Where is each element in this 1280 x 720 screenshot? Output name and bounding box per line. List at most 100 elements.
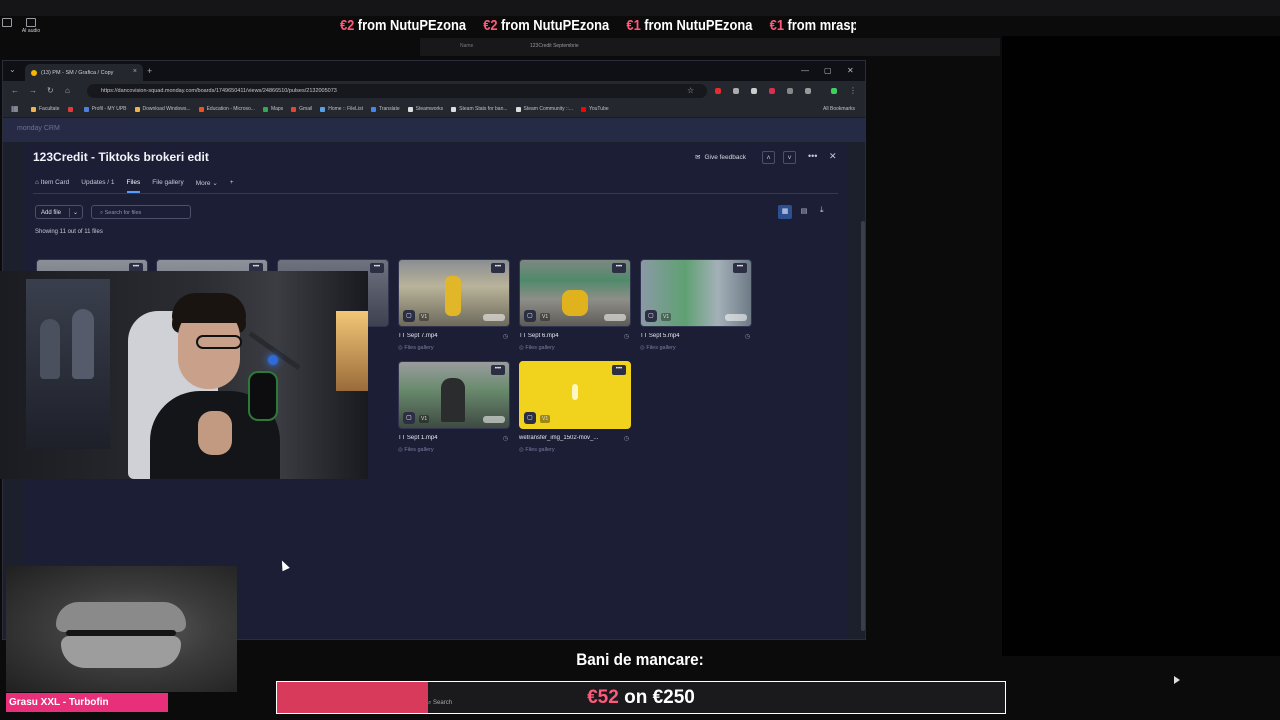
bookmark-item[interactable]: YouTube <box>580 106 609 112</box>
scrollbar[interactable] <box>861 221 865 631</box>
extension-icon[interactable] <box>751 88 757 94</box>
file-name[interactable]: wetransfer_img_1502-mov_... <box>519 435 598 442</box>
file-card[interactable]: ••• ▢ V1 TT Sept 5.mp4 ◷ ◎ Files gallery <box>640 259 752 351</box>
close-tab-icon[interactable]: × <box>133 68 137 75</box>
chat-icon[interactable]: ▢ <box>403 310 415 322</box>
extension-icon[interactable] <box>787 88 793 94</box>
app-logo[interactable]: monday CRM <box>17 125 60 132</box>
play-icon[interactable] <box>1174 676 1180 684</box>
glasses <box>196 335 242 349</box>
file-card[interactable]: ••• ▢ V1 TT Sept 1.mp4 ◷ ◎ Files gallery <box>398 361 510 453</box>
forward-icon[interactable]: → <box>29 86 37 95</box>
browser-tab[interactable]: (13) PM - SM / Grafica / Copy × <box>25 64 143 81</box>
tab-search-icon[interactable]: ⌄ <box>9 65 16 74</box>
file-menu-icon[interactable]: ••• <box>370 263 384 273</box>
tab-item-card[interactable]: ⌂ Item Card <box>35 179 69 193</box>
chat-icon[interactable]: ▢ <box>403 412 415 424</box>
chat-icon[interactable]: ▢ <box>524 412 536 424</box>
desktop-icon-ai-audio[interactable]: AI audio <box>18 18 44 34</box>
chevron-up-icon: ˄ <box>766 155 771 162</box>
reload-icon[interactable]: ↻ <box>47 86 54 95</box>
extension-icon[interactable] <box>715 88 721 94</box>
bookmark-item[interactable]: Download Windows... <box>134 106 191 112</box>
maximize-icon[interactable]: ▢ <box>824 66 832 75</box>
add-view-icon[interactable]: + <box>230 179 234 193</box>
bookmark-star-icon[interactable]: ☆ <box>687 86 694 95</box>
file-menu-icon[interactable]: ••• <box>491 263 505 273</box>
lamp <box>336 311 368 391</box>
search-files-input[interactable]: ⌕ Search for files <box>91 205 191 219</box>
extension-icon[interactable] <box>733 88 739 94</box>
goal-title: Bani de mancare: <box>576 650 704 669</box>
tab-file-gallery[interactable]: File gallery <box>152 179 183 193</box>
home-icon[interactable]: ⌂ <box>65 86 70 95</box>
close-modal-icon[interactable]: ✕ <box>829 151 837 162</box>
all-bookmarks[interactable]: All Bookmarks <box>823 106 855 112</box>
file-menu-icon[interactable]: ••• <box>612 263 626 273</box>
file-card[interactable]: ••• ▢ V1 wetransfer_img_1502-mov_... ◷ ◎ F… <box>519 361 631 453</box>
file-name[interactable]: TT Sept 5.mp4 <box>640 333 680 340</box>
chat-icon[interactable]: ▢ <box>645 310 657 322</box>
minimize-icon[interactable]: — <box>801 66 809 75</box>
file-menu-icon[interactable]: ••• <box>491 365 505 375</box>
profile-icon[interactable] <box>831 88 837 94</box>
bookmark-item[interactable]: Home :: FileList <box>320 106 363 112</box>
taskbar: ⌕ Search <box>428 700 452 707</box>
bookmark-item[interactable] <box>67 106 76 112</box>
file-name[interactable]: TT Sept 1.mp4 <box>398 435 438 442</box>
desktop-icon[interactable] <box>0 18 20 28</box>
browser-menu-icon[interactable]: ⋮ <box>849 86 857 95</box>
bookmark-item[interactable]: Maps <box>262 106 283 112</box>
donation-item: €1 from NutuPEzona <box>626 16 753 34</box>
file-name[interactable]: TT Sept 6.mp4 <box>519 333 559 340</box>
give-feedback-button[interactable]: ✉ Give feedback <box>695 153 746 162</box>
tab-more[interactable]: More ⌄ <box>196 179 218 193</box>
tab-updates[interactable]: Updates / 1 <box>81 179 114 193</box>
item-title[interactable]: 123Credit - Tiktoks brokeri edit <box>33 150 209 164</box>
chevron-down-icon[interactable]: ⌄ <box>73 206 78 220</box>
chat-icon[interactable]: ▢ <box>524 310 536 322</box>
file-menu-icon[interactable]: ••• <box>733 263 747 273</box>
extension-icon[interactable] <box>769 88 775 94</box>
file-name[interactable]: TT Sept 7.mp4 <box>398 333 438 340</box>
bookmark-item[interactable]: Education - Microso... <box>198 106 255 112</box>
history-icon[interactable]: ◷ <box>624 435 629 442</box>
bookmark-item[interactable]: Steam Community ::... <box>515 106 573 112</box>
puzzle-icon[interactable] <box>805 88 811 94</box>
next-item-button[interactable]: ˅ <box>783 151 796 164</box>
microphone <box>248 371 278 421</box>
bookmark-item[interactable]: Profil - MY UPB <box>83 106 127 112</box>
download-icon[interactable]: ⤓ <box>820 205 824 215</box>
history-icon[interactable]: ◷ <box>745 333 750 340</box>
divider <box>33 193 838 194</box>
editor-strip: Name 123Credit Septembrie <box>420 38 1000 56</box>
history-icon[interactable]: ◷ <box>503 435 508 442</box>
list-view-icon[interactable]: ▤ <box>797 205 811 219</box>
add-file-button[interactable]: Add file ⌄ <box>35 205 83 219</box>
grid-view-icon[interactable]: ▦ <box>778 205 792 219</box>
close-window-icon[interactable]: ✕ <box>847 66 854 75</box>
more-options-icon[interactable]: ••• <box>808 151 817 161</box>
back-icon[interactable]: ← <box>11 86 19 95</box>
wall-poster <box>26 279 110 449</box>
donation-item: €2 from NutuPEzona <box>340 16 467 34</box>
bookmark-item[interactable]: Gmail <box>291 106 312 112</box>
ticker-bar <box>0 0 1280 16</box>
bookmark-item[interactable]: Steamworks <box>407 106 443 112</box>
new-tab-icon[interactable]: + <box>147 66 152 76</box>
bookmark-item[interactable]: Steam Stats for ban... <box>451 106 508 112</box>
bookmark-item[interactable]: Translate <box>370 106 400 112</box>
app-icon <box>2 18 12 27</box>
history-icon[interactable]: ◷ <box>624 333 629 340</box>
bookmark-item[interactable]: Facultate <box>31 106 60 112</box>
apps-grid-icon[interactable]: ▦ <box>11 104 19 113</box>
url-field[interactable]: https://dancovision-squad.monday.com/boa… <box>87 84 707 98</box>
file-menu-icon[interactable]: ••• <box>612 365 626 375</box>
taskbar-search[interactable]: ⌕ Search <box>428 700 452 707</box>
prev-item-button[interactable]: ˄ <box>762 151 775 164</box>
file-card[interactable]: ••• ▢ V1 TT Sept 7.mp4 ◷ ◎ Files gallery <box>398 259 510 351</box>
tab-files[interactable]: Files <box>126 179 141 193</box>
goal-progress-text: €52 on €250 <box>587 687 695 708</box>
file-card[interactable]: ••• ▢ V1 TT Sept 6.mp4 ◷ ◎ Files gallery <box>519 259 631 351</box>
history-icon[interactable]: ◷ <box>503 333 508 340</box>
